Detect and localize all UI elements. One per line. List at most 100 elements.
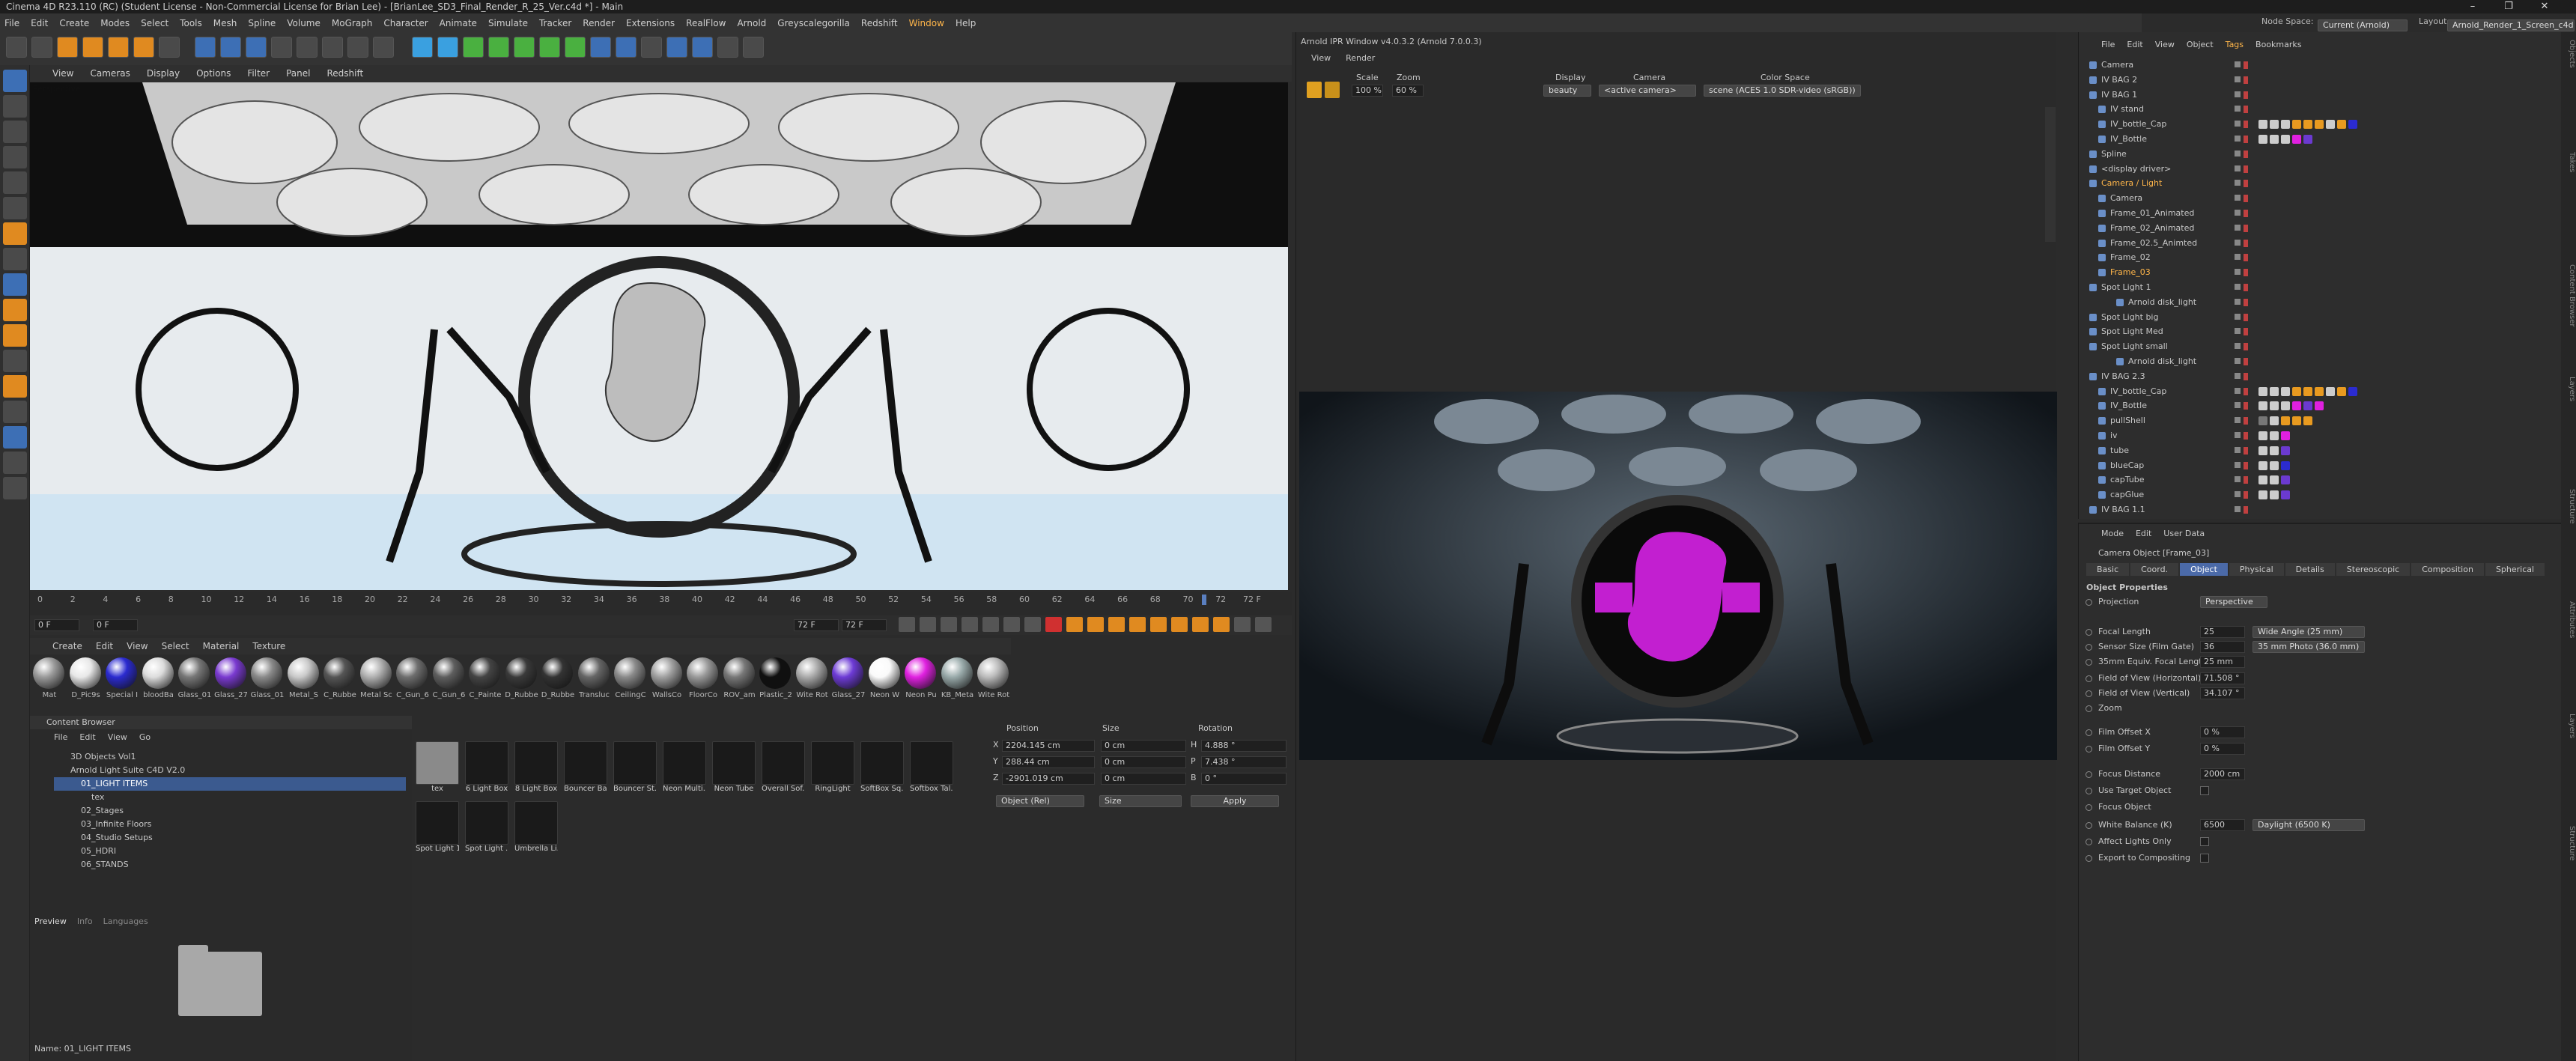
visibility-icon[interactable]	[2235, 446, 2241, 453]
attr-tab-physical[interactable]: Physical	[2229, 563, 2284, 576]
material-swatch[interactable]: KB_Meta	[940, 657, 974, 699]
menu-greyscalegorilla[interactable]: Greyscalegorilla	[777, 18, 850, 28]
snap-mode-icon[interactable]	[3, 273, 27, 296]
object-row[interactable]: Frame_01_Animated	[2086, 206, 2536, 221]
material-swatch[interactable]: C_Rubbe	[322, 657, 356, 699]
texture-mode-icon[interactable]	[3, 95, 27, 118]
visibility-icon[interactable]	[2235, 269, 2241, 276]
material-swatch[interactable]: Wite Rot	[976, 657, 1010, 699]
point-key-icon[interactable]	[1213, 617, 1230, 632]
tag-icon[interactable]	[2292, 135, 2301, 144]
material-swatch[interactable]: D_Rubbe	[540, 657, 574, 699]
cb-tree-item[interactable]: 05_HDRI	[54, 845, 406, 858]
move-icon[interactable]	[82, 37, 103, 58]
material-swatch[interactable]: Neon W	[867, 657, 902, 699]
material-swatch[interactable]: Metal Sc	[359, 657, 393, 699]
y-axis-icon[interactable]	[220, 37, 241, 58]
om-menu-tags[interactable]: Tags	[2226, 40, 2244, 49]
cb-thumbnail[interactable]: Bouncer St...	[613, 741, 657, 793]
grid-icon[interactable]	[666, 37, 687, 58]
material-menu-texture[interactable]: Texture	[252, 641, 285, 651]
material-swatch[interactable]: Metal_S	[286, 657, 321, 699]
sculpt-icon[interactable]	[3, 477, 27, 499]
attr-menu-user-data[interactable]: User Data	[2163, 529, 2205, 538]
visibility-icon[interactable]	[2235, 76, 2241, 82]
coord-mode-dropdown[interactable]: Object (Rel)	[996, 795, 1084, 807]
ipr-camera-dropdown[interactable]: <active camera>	[1599, 85, 1696, 97]
object-row[interactable]: IV BAG 1.1	[2086, 502, 2536, 517]
material-swatch[interactable]: CeilingC	[613, 657, 647, 699]
tag-icon[interactable]	[2348, 120, 2357, 130]
tag-icon[interactable]	[2348, 386, 2357, 396]
solo-icon[interactable]	[3, 299, 27, 321]
render-dot-icon[interactable]	[2244, 76, 2248, 84]
menu-edit[interactable]: Edit	[31, 18, 48, 28]
tag-icon[interactable]	[2258, 475, 2267, 485]
render-dot-icon[interactable]	[2244, 106, 2248, 114]
size-field[interactable]: 0 cm	[1101, 756, 1186, 768]
render-dot-icon[interactable]	[2244, 269, 2248, 277]
keyframe-icon[interactable]	[2086, 629, 2092, 636]
ipr-play-icon[interactable]	[1307, 82, 1322, 98]
cb-thumbnail[interactable]: Softbox Tal...	[910, 741, 953, 793]
go-start-icon[interactable]	[899, 617, 915, 632]
material-menu-edit[interactable]: Edit	[96, 641, 113, 651]
cb-thumbnail[interactable]: 8 Light Box	[514, 741, 558, 793]
environment-icon[interactable]	[565, 37, 586, 58]
menu-volume[interactable]: Volume	[287, 18, 321, 28]
render-settings-icon[interactable]	[347, 37, 368, 58]
object-row[interactable]: IV BAG 2.3	[2086, 369, 2536, 384]
z-axis-icon[interactable]	[246, 37, 267, 58]
object-row[interactable]: IV BAG 2	[2086, 73, 2536, 88]
cb-menu-view[interactable]: View	[108, 732, 127, 742]
material-menu-material[interactable]: Material	[203, 641, 240, 651]
visibility-icon[interactable]	[2235, 165, 2241, 171]
cb-tree-item[interactable]: 02_Stages	[54, 804, 406, 818]
polygons-mode-icon[interactable]	[3, 171, 27, 194]
object-row[interactable]: Arnold disk_light	[2086, 354, 2536, 369]
prev-frame-icon[interactable]	[941, 617, 957, 632]
menu-create[interactable]: Create	[59, 18, 89, 28]
ipr-side-tabs[interactable]	[2045, 107, 2056, 242]
object-row[interactable]: blueCap	[2086, 458, 2536, 473]
snap-icon[interactable]	[692, 37, 713, 58]
tag-icon[interactable]	[2281, 416, 2290, 426]
position-field[interactable]: -2901.019 cm	[1002, 773, 1095, 785]
om-menu-object[interactable]: Object	[2187, 40, 2214, 49]
cb-thumbnail[interactable]: Neon Tube	[712, 741, 756, 793]
visibility-icon[interactable]	[2235, 387, 2241, 394]
object-row[interactable]: Spot Light Med	[2086, 324, 2536, 339]
viewport-menu-view[interactable]: View	[52, 68, 73, 79]
material-swatch[interactable]: D_Pic9s	[68, 657, 103, 699]
visibility-icon[interactable]	[2235, 180, 2241, 186]
tag-icon[interactable]	[2281, 431, 2290, 440]
visibility-icon[interactable]	[2235, 106, 2241, 112]
viewport-menu-cameras[interactable]: Cameras	[90, 68, 130, 79]
menu-file[interactable]: File	[4, 18, 19, 28]
keyframe-icon[interactable]	[2086, 644, 2092, 651]
visibility-icon[interactable]	[2235, 121, 2241, 127]
tag-icon[interactable]	[2281, 386, 2290, 396]
tag-icon[interactable]	[2303, 120, 2312, 130]
menu-window[interactable]: Window	[909, 18, 944, 28]
render-dot-icon[interactable]	[2244, 328, 2248, 336]
object-row[interactable]: Arnold disk_light	[2086, 295, 2536, 310]
ipr-menu-render[interactable]: Render	[1346, 53, 1375, 63]
cb-menu-edit[interactable]: Edit	[79, 732, 95, 742]
preset-dropdown[interactable]: Daylight (6500 K)	[2253, 819, 2365, 831]
tag-icon[interactable]	[2258, 120, 2267, 130]
object-row[interactable]: iv	[2086, 428, 2536, 443]
preset-dropdown[interactable]: 35 mm Photo (36.0 mm)	[2253, 641, 2365, 653]
attr-menu-mode[interactable]: Mode	[2101, 529, 2124, 538]
render-dot-icon[interactable]	[2244, 432, 2248, 440]
next-frame-icon[interactable]	[982, 617, 999, 632]
prop-value-field[interactable]: 25	[2200, 626, 2245, 638]
visibility-icon[interactable]	[2235, 372, 2241, 379]
menu-mograph[interactable]: MoGraph	[332, 18, 373, 28]
rotate-icon[interactable]	[133, 37, 154, 58]
solo-hierarchy-icon[interactable]	[3, 324, 27, 347]
keyframe-icon[interactable]	[1087, 617, 1104, 632]
pen-icon[interactable]	[437, 37, 458, 58]
rotation-field[interactable]: 7.438 °	[1201, 756, 1287, 768]
material-swatch[interactable]: Special I	[104, 657, 139, 699]
